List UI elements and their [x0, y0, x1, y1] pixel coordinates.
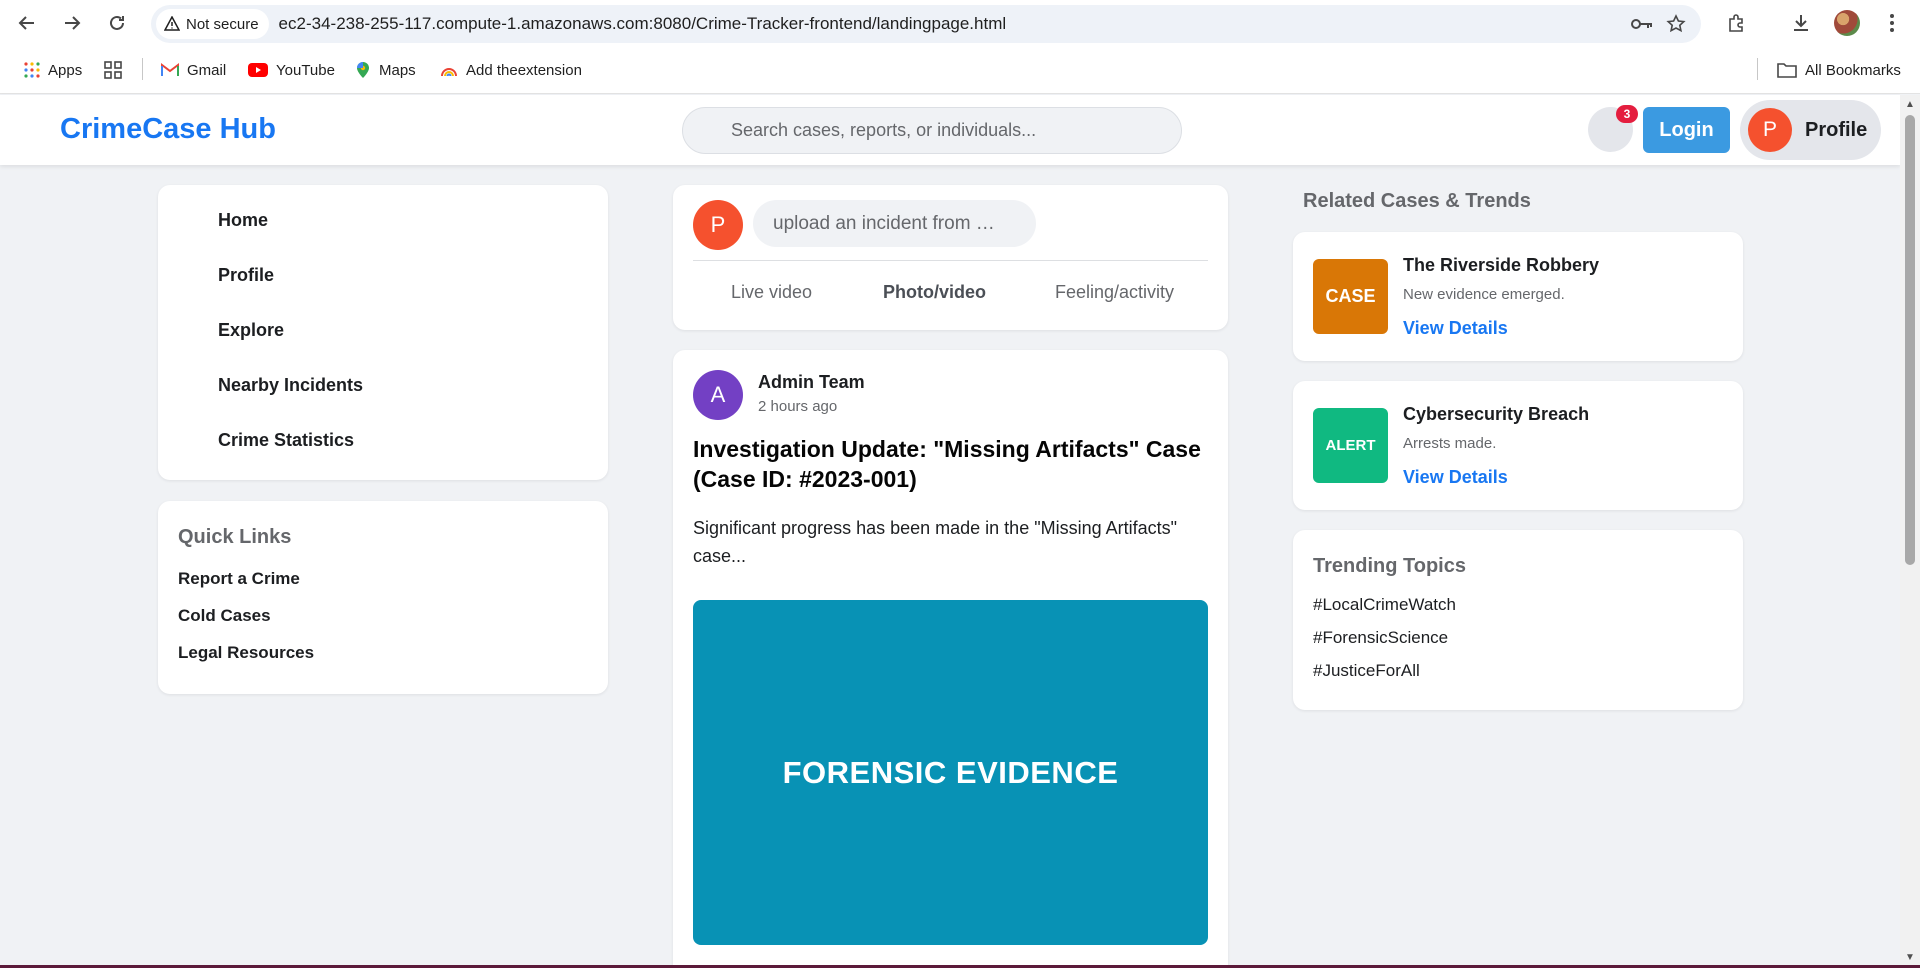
trending-topics-title: Trending Topics [1313, 555, 1466, 577]
trending-topic-link[interactable]: #JusticeForAll [1313, 661, 1420, 681]
youtube-icon [248, 63, 268, 77]
reload-icon[interactable] [101, 7, 133, 39]
divider [693, 260, 1208, 261]
avatar: A [693, 370, 743, 420]
sidebar-item-nearby-incidents[interactable]: Nearby Incidents [218, 375, 363, 396]
trending-topic-link[interactable]: #LocalCrimeWatch [1313, 595, 1456, 615]
sidebar-item-explore[interactable]: Explore [218, 320, 284, 341]
site-logo[interactable]: CrimeCase Hub [60, 113, 276, 146]
bookmark-separator [1757, 58, 1758, 80]
bookmark-add-extension[interactable]: Add theextension [440, 58, 582, 82]
bookmark-star-icon[interactable] [1659, 7, 1693, 41]
related-case-subtitle: New evidence emerged. [1403, 286, 1565, 303]
notification-count-badge: 3 [1616, 105, 1638, 123]
related-case-card: ALERT Cybersecurity Breach Arrests made.… [1293, 381, 1743, 510]
avatar: P [1748, 108, 1792, 152]
post-image[interactable]: FORENSIC EVIDENCE [693, 600, 1208, 945]
bookmark-maps[interactable]: Maps [355, 58, 416, 82]
search-input[interactable]: Search cases, reports, or individuals... [682, 107, 1182, 154]
view-details-link[interactable]: View Details [1403, 318, 1508, 339]
password-key-icon[interactable] [1625, 7, 1659, 41]
scrollbar-thumb[interactable] [1905, 115, 1915, 565]
tab-groups-icon[interactable] [104, 58, 122, 82]
feed-post: A Admin Team 2 hours ago Investigation U… [673, 350, 1228, 968]
browser-toolbar: Not secure ec2-34-238-255-117.compute-1.… [0, 0, 1920, 46]
composer-input[interactable]: upload an incident from … [753, 200, 1036, 247]
bookmark-gmail[interactable]: Gmail [161, 58, 226, 82]
post-body: Significant progress has been made in th… [693, 518, 1178, 566]
sidebar-menu: Home Profile Explore Nearby Incidents Cr… [158, 185, 608, 480]
quick-links-card: Quick Links Report a Crime Cold Cases Le… [158, 501, 608, 694]
sidebar-item-profile[interactable]: Profile [218, 265, 274, 286]
sidebar-item-crime-statistics[interactable]: Crime Statistics [218, 430, 354, 451]
related-cases-heading: Related Cases & Trends [1303, 190, 1531, 212]
browser-profile-avatar[interactable] [1831, 7, 1863, 39]
post-composer: P upload an incident from … Live video P… [673, 185, 1228, 330]
apps-grid-icon [24, 62, 40, 78]
rainbow-icon [440, 63, 458, 77]
trending-topic-link[interactable]: #ForensicScience [1313, 628, 1448, 648]
all-bookmarks[interactable]: All Bookmarks [1777, 58, 1901, 82]
view-details-link[interactable]: View Details [1403, 467, 1508, 488]
post-image-text: FORENSIC EVIDENCE [782, 754, 1119, 790]
related-case-title[interactable]: The Riverside Robbery [1403, 255, 1599, 276]
case-badge: CASE [1313, 259, 1388, 334]
download-icon[interactable] [1785, 7, 1817, 39]
profile-button[interactable]: P Profile [1740, 100, 1881, 160]
maps-icon [355, 61, 371, 79]
live-video-button[interactable]: Live video [731, 282, 812, 303]
browser-menu-icon[interactable] [1876, 7, 1908, 39]
avatar: P [693, 200, 743, 250]
forward-icon[interactable] [56, 7, 88, 39]
scroll-up-icon[interactable]: ▲ [1905, 99, 1915, 110]
bookmark-label: Apps [48, 61, 83, 79]
address-bar[interactable]: Not secure ec2-34-238-255-117.compute-1.… [151, 5, 1701, 43]
profile-label: Profile [1805, 118, 1868, 141]
quick-links-title: Quick Links [178, 526, 292, 548]
page-scrollbar[interactable]: ▲ ▼ [1900, 95, 1920, 965]
bookmark-youtube[interactable]: YouTube [248, 58, 335, 82]
notifications-button[interactable]: 3 [1588, 105, 1638, 152]
security-indicator[interactable]: Not secure [156, 9, 269, 39]
back-icon[interactable] [11, 7, 43, 39]
bookmark-label: Maps [379, 61, 416, 79]
post-author[interactable]: Admin Team [758, 372, 865, 393]
all-bookmarks-label: All Bookmarks [1805, 61, 1901, 79]
url-text[interactable]: ec2-34-238-255-117.compute-1.amazonaws.c… [279, 14, 1007, 34]
related-case-subtitle: Arrests made. [1403, 435, 1497, 452]
folder-icon [1777, 62, 1797, 78]
post-timestamp: 2 hours ago [758, 398, 838, 415]
feeling-activity-button[interactable]: Feeling/activity [1055, 282, 1174, 303]
composer-placeholder: upload an incident from … [773, 212, 995, 234]
quick-link-report-crime[interactable]: Report a Crime [178, 569, 300, 589]
security-label: Not secure [186, 15, 259, 33]
quick-link-cold-cases[interactable]: Cold Cases [178, 606, 271, 626]
site-header: CrimeCase Hub Search cases, reports, or … [0, 95, 1900, 165]
bookmark-label: Gmail [187, 61, 227, 79]
bookmark-separator [142, 58, 143, 80]
login-button[interactable]: Login [1643, 107, 1730, 153]
gmail-icon [161, 63, 179, 77]
related-case-title[interactable]: Cybersecurity Breach [1403, 404, 1589, 425]
bookmark-label: Add theextension [466, 61, 582, 79]
extensions-icon[interactable] [1720, 7, 1752, 39]
warning-icon [164, 16, 180, 31]
trending-topics-card: Trending Topics #LocalCrimeWatch #Forens… [1293, 530, 1743, 710]
photo-video-button[interactable]: Photo/video [883, 282, 986, 303]
alert-badge: ALERT [1313, 408, 1388, 483]
bookmark-apps[interactable]: Apps [24, 58, 82, 82]
quick-link-legal-resources[interactable]: Legal Resources [178, 643, 314, 663]
bookmark-label: YouTube [276, 61, 335, 79]
sidebar-item-home[interactable]: Home [218, 210, 268, 231]
search-placeholder: Search cases, reports, or individuals... [731, 120, 1037, 140]
related-case-card: CASE The Riverside Robbery New evidence … [1293, 232, 1743, 361]
post-title[interactable]: Investigation Update: "Missing Artifacts… [693, 434, 1213, 494]
bookmarks-bar: Apps Gmail YouTube Maps Add theextension… [0, 46, 1920, 94]
scroll-down-icon[interactable]: ▼ [1905, 952, 1915, 963]
